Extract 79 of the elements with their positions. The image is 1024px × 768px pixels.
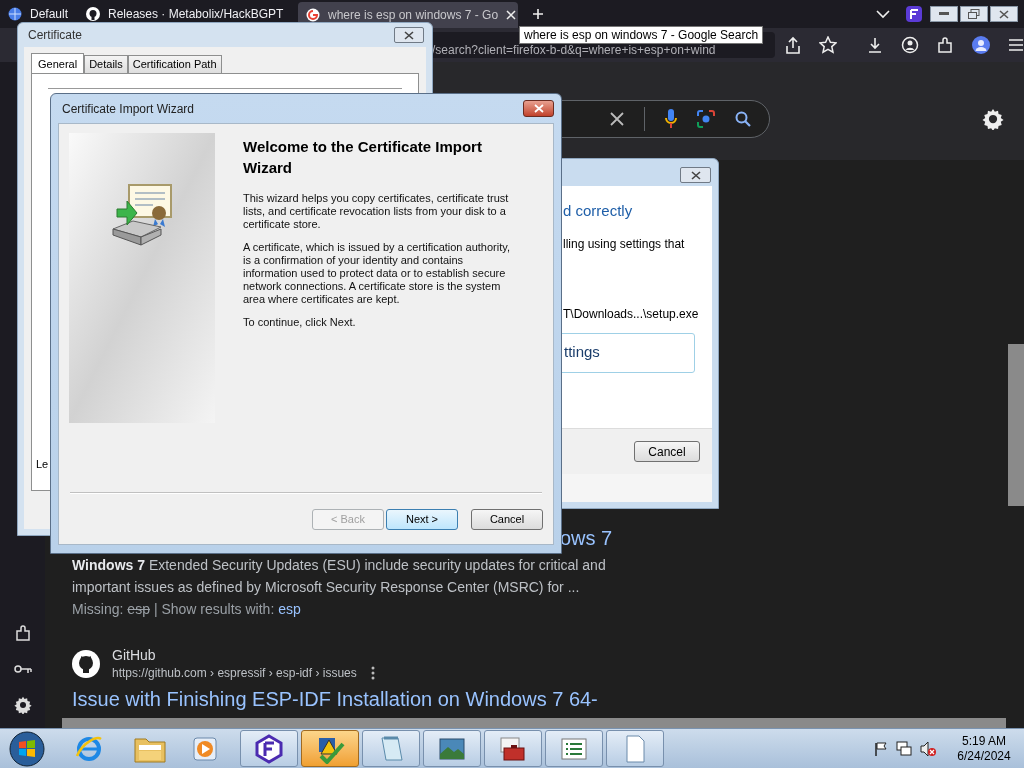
- bookmark-star-icon[interactable]: [819, 36, 837, 54]
- microphone-icon[interactable]: [665, 109, 677, 129]
- wizard-heading: Welcome to the Certificate Import Wizard: [243, 137, 483, 178]
- minimize-icon: [939, 12, 949, 16]
- more-options-icon[interactable]: [370, 666, 375, 680]
- dialog-message: lling using settings that: [563, 235, 686, 253]
- cancel-button[interactable]: Cancel: [634, 441, 700, 462]
- cancel-button[interactable]: Cancel: [471, 508, 543, 530]
- new-tab-icon[interactable]: [532, 8, 544, 20]
- missing-label: Missing:: [72, 600, 124, 619]
- flag-icon[interactable]: [874, 741, 888, 756]
- window-title: Certificate: [27, 27, 83, 44]
- browser-tab[interactable]: Default: [0, 1, 78, 27]
- clock-time[interactable]: 5:19 AM: [962, 733, 1006, 749]
- dialog-heading: d correctly: [563, 201, 634, 221]
- menu-icon[interactable]: [1008, 38, 1024, 52]
- tab[interactable]: Certification Path: [127, 55, 222, 73]
- globe-icon: [8, 7, 22, 21]
- restore-button[interactable]: [960, 6, 988, 22]
- show-results-label: | Show results with:: [153, 600, 275, 619]
- wizard-paragraph: This wizard helps you copy certificates, certificate trust lists, and certificate revocation lists from your disk to a certificate store.: [243, 192, 510, 231]
- wizard-paragraph: A certificate, which is issued by a certification authority, is a confirmation of your identity and contains information used to protect data or to establish secure network connections. A certificate store is the system area where certificates are kept.: [243, 241, 511, 306]
- key-icon[interactable]: [13, 664, 32, 674]
- start-button[interactable]: [8, 729, 46, 768]
- github-logo-icon: [72, 650, 100, 678]
- close-icon: [533, 104, 544, 113]
- search-icon[interactable]: [735, 111, 751, 127]
- app-icon: [254, 733, 284, 764]
- app-icon[interactable]: [906, 6, 922, 22]
- settings-icon[interactable]: [982, 108, 1004, 130]
- close-tab-icon[interactable]: [506, 10, 517, 20]
- result-url: https://github.com › espressif › esp-idf › issues: [112, 665, 357, 682]
- google-logo-icon: [306, 8, 320, 22]
- close-icon: [999, 9, 1009, 19]
- certificate-drawing: [111, 183, 175, 247]
- close-button[interactable]: [990, 6, 1018, 22]
- taskbar-button[interactable]: [484, 730, 542, 767]
- share-icon[interactable]: [785, 36, 801, 54]
- taskbar-button[interactable]: [423, 730, 481, 767]
- result-title-link[interactable]: Issue with Finishing ESP-IDF Installation on Windows 7 64-: [72, 688, 1024, 710]
- restore-icon: [968, 9, 980, 19]
- scrollbar-thumb[interactable]: [62, 718, 1006, 728]
- settings-icon[interactable]: [13, 696, 32, 714]
- clear-icon[interactable]: [610, 112, 624, 126]
- result-title-link[interactable]: ows 7: [560, 527, 613, 549]
- camera-lens-icon[interactable]: [697, 110, 715, 128]
- clock-date[interactable]: 6/24/2024: [957, 748, 1011, 764]
- tab[interactable]: Details: [84, 55, 128, 73]
- profile-icon[interactable]: [972, 36, 990, 54]
- next-button[interactable]: Next >: [386, 508, 458, 530]
- close-button[interactable]: [394, 27, 424, 43]
- site-name: GitHub: [112, 646, 157, 664]
- close-icon: [690, 170, 701, 180]
- close-button[interactable]: [523, 100, 554, 117]
- wizard-paragraph: To continue, click Next.: [243, 316, 357, 329]
- tab[interactable]: General: [31, 53, 85, 74]
- speaker-muted-icon[interactable]: [920, 740, 936, 757]
- taskbar-button[interactable]: [301, 730, 359, 767]
- puzzle-icon[interactable]: [14, 624, 31, 642]
- partial-label: Le: [36, 457, 49, 472]
- taskbar-button[interactable]: [240, 730, 298, 767]
- browser-tab[interactable]: Releases · Metabolix/HackBGPT: [78, 1, 298, 27]
- taskbar-button[interactable]: [545, 730, 603, 767]
- chevron-down-icon[interactable]: [876, 9, 890, 19]
- show-results-link[interactable]: esp: [278, 598, 301, 620]
- close-button[interactable]: [680, 167, 711, 183]
- file-path: T\Downloads...\setup.exe: [563, 305, 700, 323]
- account-icon[interactable]: [901, 36, 919, 54]
- network-icon[interactable]: [896, 740, 912, 757]
- download-icon[interactable]: [867, 36, 883, 54]
- scrollbar-thumb[interactable]: [1008, 344, 1024, 506]
- window-title: Certificate Import Wizard: [61, 100, 195, 118]
- github-logo-icon: [86, 7, 100, 21]
- tooltip: where is esp on windows 7 - Google Search: [519, 26, 764, 44]
- close-icon: [404, 30, 414, 40]
- minimize-button[interactable]: [930, 6, 958, 22]
- extensions-icon[interactable]: [937, 36, 954, 54]
- missing-term: esp: [127, 600, 150, 619]
- result-snippet: Windows 7 Extended Security Updates (ESU) include security updates for critical and important issues as defined by Microsoft Security Response Center (MSRC) for ...: [72, 556, 607, 597]
